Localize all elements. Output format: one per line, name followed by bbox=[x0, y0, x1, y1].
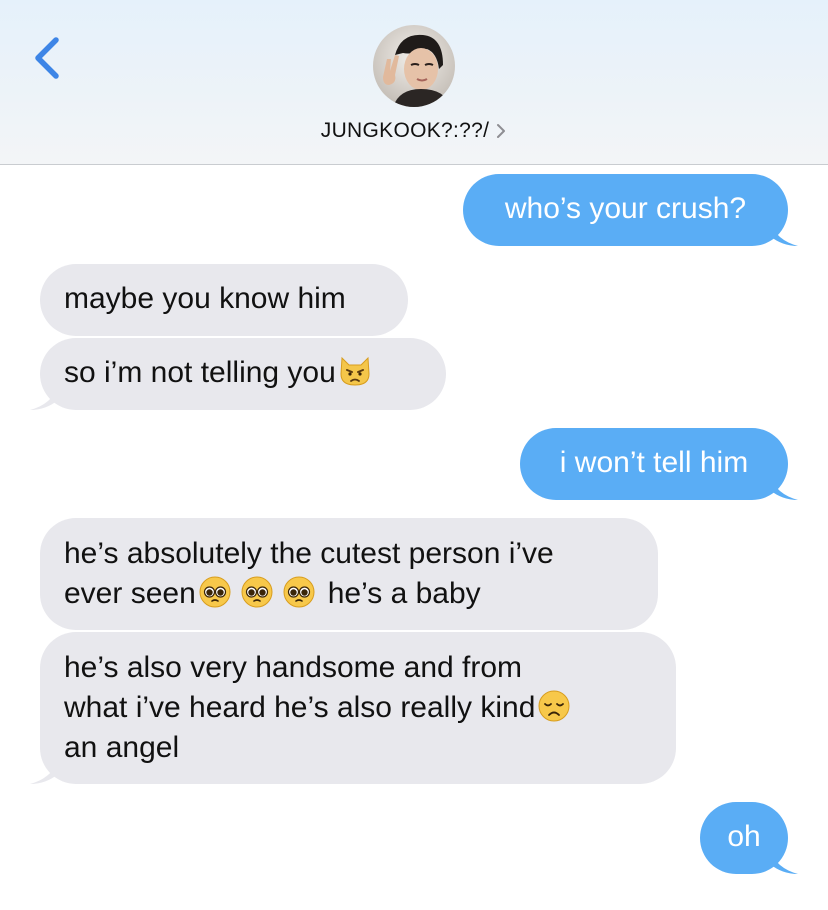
incoming-bubble-tail bbox=[30, 760, 58, 784]
pouting-cat-emoji bbox=[340, 356, 370, 386]
incoming-bubble-tail bbox=[30, 386, 58, 410]
pleading-face-emoji bbox=[199, 576, 231, 608]
chevron-right-icon bbox=[497, 124, 506, 138]
incoming-message-bubble[interactable]: he’s absolutely the cutest person i’ve e… bbox=[40, 518, 658, 630]
message-text: who’s your crush? bbox=[504, 192, 747, 225]
contact-avatar[interactable] bbox=[373, 25, 455, 107]
messages-screen: JUNGKOOK?:??/ who’s your crush? maybe yo… bbox=[0, 0, 828, 910]
message-text: what i’ve heard he’s also really kind bbox=[64, 691, 536, 724]
message-text: he’s a baby bbox=[327, 577, 481, 610]
outgoing-bubble-tail bbox=[770, 850, 798, 874]
incoming-message-bubble[interactable]: he’s also very handsome and from what i’… bbox=[40, 632, 676, 784]
incoming-message-bubble[interactable]: maybe you know him bbox=[40, 264, 408, 336]
contact-name: JUNGKOOK?:??/ bbox=[320, 119, 490, 142]
message-line: an angel bbox=[64, 731, 180, 764]
message-text: oh bbox=[727, 820, 761, 853]
pleading-face-emoji bbox=[241, 576, 273, 608]
message-text: maybe you know him bbox=[64, 282, 346, 315]
message-text: i won’t tell him bbox=[559, 446, 749, 479]
outgoing-message-bubble[interactable]: i won’t tell him bbox=[520, 428, 788, 500]
contact-name-row[interactable]: JUNGKOOK?:??/ bbox=[0, 116, 828, 146]
message-line: what i’ve heard he’s also really kind bbox=[64, 688, 652, 728]
message-line: ever seen he’s a baby bbox=[64, 574, 634, 614]
outgoing-message-bubble[interactable]: who’s your crush? bbox=[463, 174, 788, 246]
message-line: he’s also very handsome and from bbox=[64, 651, 523, 684]
pleading-face-emoji bbox=[283, 576, 315, 608]
back-button[interactable] bbox=[28, 34, 68, 82]
message-text: ever seen bbox=[64, 577, 196, 610]
incoming-message-bubble[interactable]: so i’m not telling you bbox=[40, 338, 446, 410]
message-text: so i’m not telling you bbox=[64, 356, 336, 389]
conversation-header: JUNGKOOK?:??/ bbox=[0, 0, 828, 165]
outgoing-bubble-tail bbox=[770, 476, 798, 500]
chevron-left-icon bbox=[35, 37, 59, 79]
disappointed-face-emoji bbox=[538, 690, 570, 722]
outgoing-bubble-tail bbox=[770, 222, 798, 246]
message-line: he’s absolutely the cutest person i’ve bbox=[64, 537, 554, 570]
